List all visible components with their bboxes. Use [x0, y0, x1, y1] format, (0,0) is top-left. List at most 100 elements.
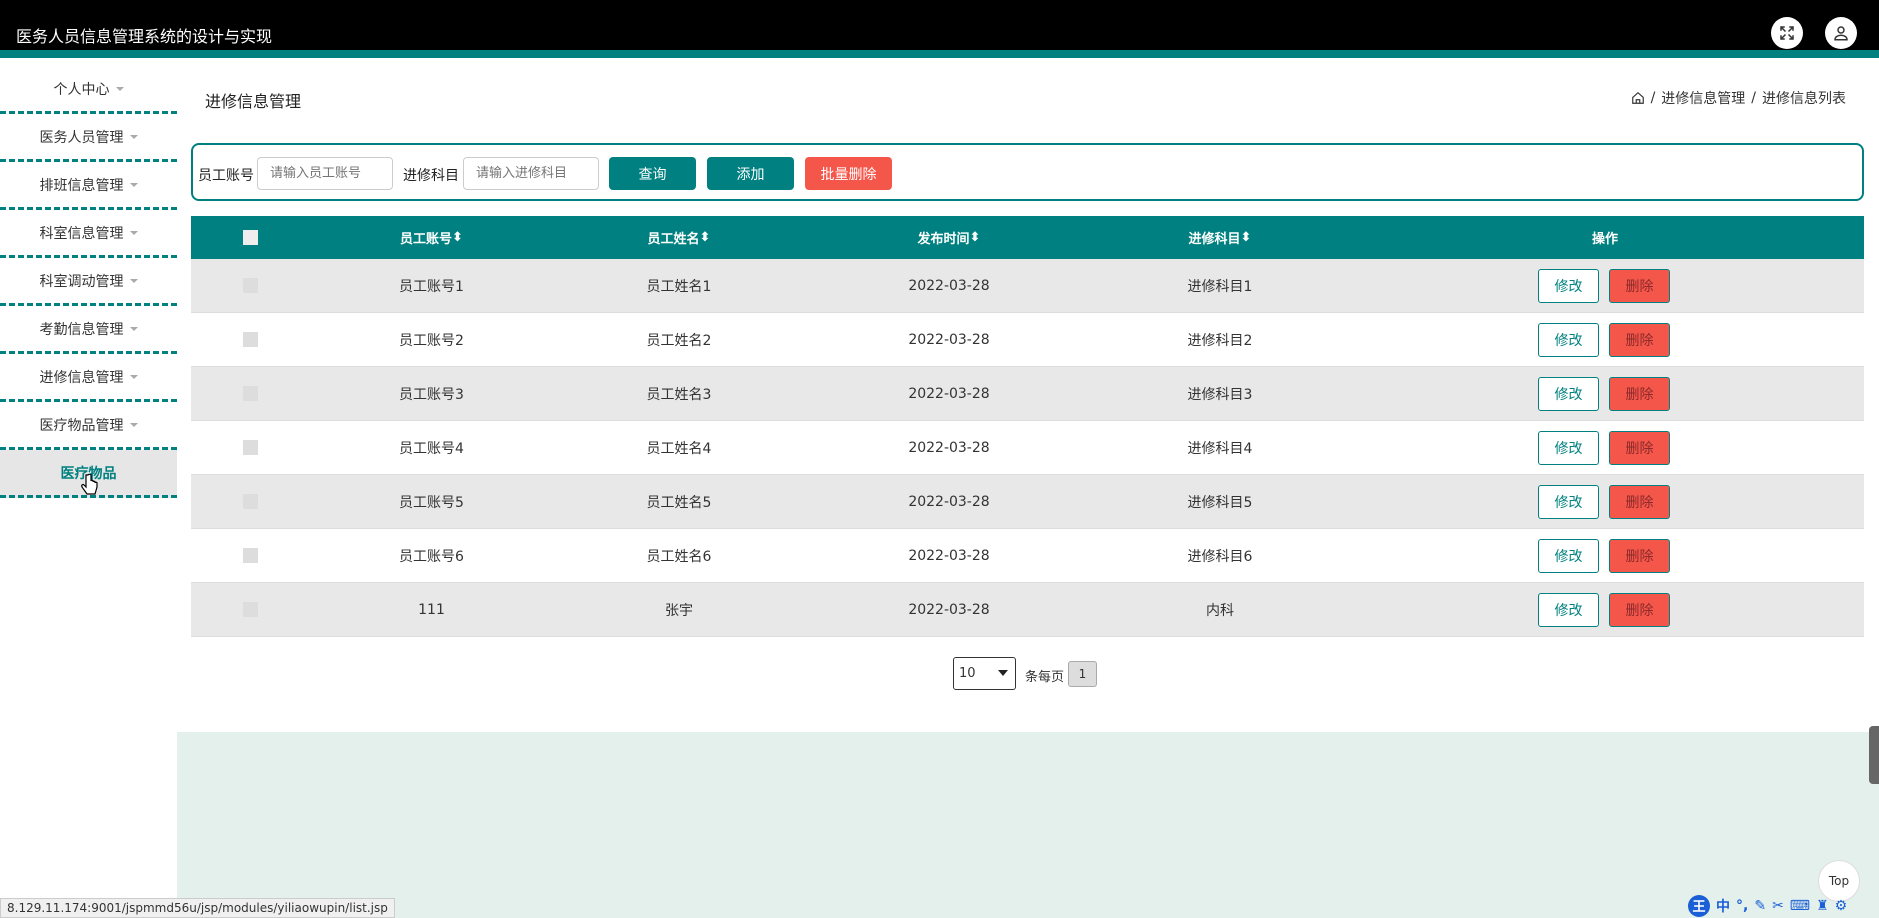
caret-down-icon [115, 86, 124, 91]
hand-cursor-icon [80, 473, 98, 502]
column-header-name[interactable]: 员工姓名 ⬍ [554, 216, 804, 259]
cell-subject: 进修科目1 [1187, 278, 1253, 295]
cell-subject: 进修科目4 [1187, 440, 1253, 457]
fullscreen-button[interactable] [1771, 17, 1803, 49]
table-row: 员工账号5 员工姓名5 2022-03-28 进修科目5 修改 删除 [191, 475, 1864, 529]
cell-date: 2022-03-28 [908, 547, 990, 564]
cell-account: 员工账号4 [399, 440, 464, 457]
edit-button[interactable]: 修改 [1538, 269, 1599, 303]
punctuation-icon[interactable]: °, [1736, 898, 1748, 914]
account-search-input[interactable] [257, 157, 393, 190]
column-header-account[interactable]: 员工账号 ⬍ [309, 216, 554, 259]
chevron-down-icon [998, 670, 1008, 676]
header-label: 员工姓名 [647, 232, 700, 247]
row-checkbox[interactable] [242, 332, 258, 347]
subject-search-input[interactable] [463, 157, 599, 190]
breadcrumb-level2: 进修信息列表 [1762, 91, 1846, 107]
delete-button[interactable]: 删除 [1609, 323, 1670, 357]
user-button[interactable] [1825, 17, 1857, 49]
sidebar-item-training[interactable]: 进修信息管理 [0, 354, 177, 402]
delete-button[interactable]: 删除 [1609, 431, 1670, 465]
breadcrumb-separator: / [1650, 90, 1656, 106]
sidebar-item-medical-supplies[interactable]: 医疗物品管理 [0, 402, 177, 450]
sidebar-item-label: 考勤信息管理 [39, 321, 124, 338]
row-checkbox[interactable] [242, 440, 258, 455]
select-all-checkbox[interactable] [242, 230, 258, 245]
add-button[interactable]: 添加 [707, 157, 794, 190]
account-label: 员工账号 [198, 168, 254, 184]
query-button[interactable]: 查询 [609, 157, 696, 190]
keyboard-icon[interactable]: ⌨ [1790, 898, 1810, 914]
cell-name: 员工姓名5 [646, 494, 712, 511]
row-checkbox[interactable] [242, 602, 258, 617]
content-background [177, 732, 1879, 918]
edit-button[interactable]: 修改 [1538, 485, 1599, 519]
delete-button[interactable]: 删除 [1609, 377, 1670, 411]
sidebar-item-personal-center[interactable]: 个人中心 [0, 66, 177, 114]
ime-logo-icon[interactable]: 王 [1688, 894, 1710, 917]
cell-name: 员工姓名2 [646, 332, 712, 349]
row-checkbox[interactable] [242, 278, 258, 293]
side-scroll-handle[interactable] [1869, 726, 1879, 784]
gear-icon[interactable]: ⚙ [1835, 898, 1848, 914]
cell-name: 员工姓名4 [646, 440, 712, 457]
delete-button[interactable]: 删除 [1609, 539, 1670, 573]
caret-down-icon [129, 374, 138, 379]
cell-account: 111 [418, 601, 445, 618]
row-checkbox[interactable] [242, 386, 258, 401]
sidebar-item-staff[interactable]: 医务人员管理 [0, 114, 177, 162]
batch-delete-button[interactable]: 批量删除 [805, 157, 892, 190]
shirt-icon[interactable]: ♜ [1816, 898, 1829, 914]
edit-button[interactable]: 修改 [1538, 323, 1599, 357]
page-number-button[interactable]: 1 [1068, 661, 1097, 687]
caret-down-icon [129, 278, 138, 283]
table-row: 员工账号2 员工姓名2 2022-03-28 进修科目2 修改 删除 [191, 313, 1864, 367]
data-table: 员工账号 ⬍ 员工姓名 ⬍ 发布时间 ⬍ 进修科目 ⬍ 操作 员工账号1 员工姓名1 2… [191, 216, 1864, 637]
row-checkbox[interactable] [242, 548, 258, 563]
sidebar-item-label: 医务人员管理 [39, 129, 124, 146]
search-panel: 员工账号 进修科目 查询 添加 批量删除 [191, 143, 1864, 201]
sort-icon: ⬍ [452, 230, 463, 245]
home-icon[interactable] [1631, 91, 1645, 105]
header-label: 进修科目 [1188, 232, 1241, 247]
cell-account: 员工账号3 [399, 386, 464, 403]
header-label: 操作 [1591, 232, 1618, 247]
cell-account: 员工账号5 [399, 494, 464, 511]
edit-button[interactable]: 修改 [1538, 377, 1599, 411]
ime-mode[interactable]: 中 [1716, 896, 1730, 916]
table-row: 111 张宇 2022-03-28 内科 修改 删除 [191, 583, 1864, 637]
sidebar-item-attendance[interactable]: 考勤信息管理 [0, 306, 177, 354]
breadcrumb: / 进修信息管理 / 进修信息列表 [1631, 88, 1846, 108]
ime-toolbar: 王 中 °, ✎ ✂ ⌨ ♜ ⚙ [1688, 893, 1879, 918]
per-page-label: 条每页 [1025, 670, 1065, 685]
delete-button[interactable]: 删除 [1609, 593, 1670, 627]
cell-name: 张宇 [665, 602, 693, 619]
sidebar-item-department[interactable]: 科室信息管理 [0, 210, 177, 258]
cell-subject: 进修科目2 [1187, 332, 1253, 349]
sort-icon: ⬍ [699, 230, 711, 245]
page-size-select[interactable]: 10 [953, 657, 1016, 690]
sidebar-item-label: 进修信息管理 [39, 369, 124, 386]
row-checkbox[interactable] [242, 494, 258, 509]
sidebar-item-label: 排班信息管理 [39, 177, 124, 194]
edit-button[interactable]: 修改 [1538, 539, 1599, 573]
pen-icon[interactable]: ✎ [1754, 898, 1766, 914]
delete-button[interactable]: 删除 [1609, 485, 1670, 519]
delete-button[interactable]: 删除 [1609, 269, 1670, 303]
table-row: 员工账号6 员工姓名6 2022-03-28 进修科目6 修改 删除 [191, 529, 1864, 583]
sidebar-item-schedule[interactable]: 排班信息管理 [0, 162, 177, 210]
edit-button[interactable]: 修改 [1538, 431, 1599, 465]
breadcrumb-level1[interactable]: 进修信息管理 [1661, 88, 1745, 108]
caret-down-icon [129, 326, 138, 331]
subject-label: 进修科目 [403, 168, 459, 184]
column-header-subject[interactable]: 进修科目 ⬍ [1094, 216, 1346, 259]
table-row: 员工账号3 员工姓名3 2022-03-28 进修科目3 修改 删除 [191, 367, 1864, 421]
edit-button[interactable]: 修改 [1538, 593, 1599, 627]
sidebar-item-transfer[interactable]: 科室调动管理 [0, 258, 177, 306]
cell-date: 2022-03-28 [908, 385, 990, 402]
cell-account: 员工账号6 [399, 548, 464, 565]
column-header-date[interactable]: 发布时间 ⬍ [804, 216, 1094, 259]
caret-down-icon [129, 230, 138, 235]
table-row: 员工账号4 员工姓名4 2022-03-28 进修科目4 修改 删除 [191, 421, 1864, 475]
scissors-icon[interactable]: ✂ [1772, 898, 1784, 914]
